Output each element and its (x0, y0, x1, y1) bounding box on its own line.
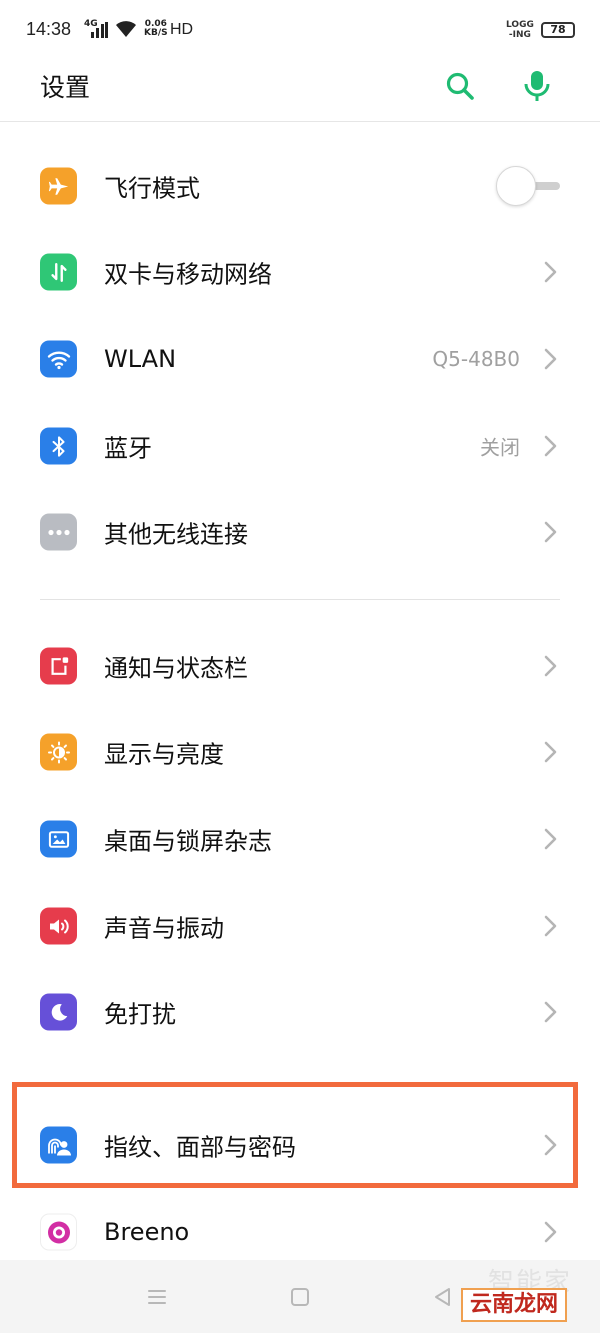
list-item-notifications[interactable]: 通知与状态栏 (0, 623, 600, 709)
chevron-right-icon (544, 828, 557, 850)
app-header: 设置 (0, 62, 600, 122)
watermark-logo: 云南龙网 (461, 1288, 567, 1322)
list-item-airplane-mode[interactable]: 飞行模式 (0, 143, 600, 229)
more-icon (40, 513, 77, 551)
signal-icon (91, 22, 108, 38)
net-speed: 0.06 KB/S (144, 20, 168, 38)
list-item-fingerprint-face-password[interactable]: 指纹、面部与密码 (0, 1102, 600, 1188)
chevron-right-icon (544, 741, 557, 763)
item-label: 显示与亮度 (104, 740, 224, 769)
item-label: 其他无线连接 (104, 520, 248, 549)
logging-line1: LOGG (506, 20, 534, 30)
chevron-right-icon (544, 1134, 557, 1156)
chevron-right-icon (544, 348, 557, 370)
chevron-right-icon (544, 915, 557, 937)
toggle-knob (496, 166, 536, 206)
list-item-other-wireless[interactable]: 其他无线连接 (0, 489, 600, 575)
airplane-icon (40, 167, 77, 205)
wallpaper-icon (40, 820, 77, 858)
moon-icon (40, 993, 77, 1031)
list-item-sound-vibration[interactable]: 声音与振动 (0, 883, 600, 969)
item-label: Breeno (104, 1218, 190, 1246)
item-label: 双卡与移动网络 (104, 260, 272, 289)
status-time: 14:38 (26, 19, 72, 39)
search-icon (446, 72, 474, 100)
item-label: 指纹、面部与密码 (104, 1133, 296, 1162)
item-label: 桌面与锁屏杂志 (104, 827, 272, 856)
item-label: WLAN (104, 345, 177, 373)
list-item-wlan[interactable]: WLAN Q5-48B0 (0, 316, 600, 402)
nav-menu-button[interactable] (142, 1282, 172, 1312)
fingerprint-face-icon (40, 1126, 77, 1164)
section-divider (40, 599, 560, 600)
item-label: 免打扰 (104, 1000, 176, 1029)
battery-indicator: 78 (541, 22, 575, 38)
logging-line2: -ING (508, 30, 531, 40)
page-title: 设置 (40, 73, 91, 102)
chevron-right-icon (544, 1001, 557, 1023)
item-label: 声音与振动 (104, 914, 224, 943)
list-item-do-not-disturb[interactable]: 免打扰 (0, 969, 600, 1055)
chevron-right-icon (544, 521, 557, 543)
item-label: 蓝牙 (104, 434, 152, 463)
home-square-icon (291, 1288, 309, 1306)
voice-search-button[interactable] (517, 66, 557, 106)
brightness-icon (40, 733, 77, 771)
chevron-right-icon (544, 1221, 557, 1243)
status-bar: 14:38 4G 0.06 KB/S HD LOGG -ING 78 (0, 0, 600, 62)
menu-icon (148, 1290, 166, 1304)
item-label: 飞行模式 (104, 174, 200, 203)
settings-screen: 14:38 4G 0.06 KB/S HD LOGG -ING 78 设置 飞行… (0, 0, 600, 1333)
chevron-right-icon (544, 261, 557, 283)
sim-data-icon (40, 253, 77, 291)
net-speed-unit: KB/S (144, 28, 168, 38)
notification-icon (40, 647, 77, 685)
mic-icon (524, 71, 550, 101)
nav-home-button[interactable] (285, 1282, 315, 1312)
list-item-wallpaper[interactable]: 桌面与锁屏杂志 (0, 796, 600, 882)
bluetooth-icon (40, 427, 77, 465)
breeno-icon (40, 1213, 77, 1251)
hd-label: HD (170, 21, 194, 38)
chevron-right-icon (544, 655, 557, 677)
back-triangle-icon (435, 1288, 450, 1306)
wlan-network-name: Q5-48B0 (432, 347, 520, 371)
speaker-icon (40, 907, 77, 945)
wifi-icon (40, 340, 77, 378)
chevron-right-icon (544, 435, 557, 457)
list-item-display-brightness[interactable]: 显示与亮度 (0, 709, 600, 795)
logging-indicator: LOGG -ING (506, 20, 534, 40)
search-button[interactable] (440, 66, 480, 106)
wifi-status-icon (116, 21, 136, 37)
airplane-mode-toggle[interactable] (496, 166, 560, 206)
list-item-bluetooth[interactable]: 蓝牙 关闭 (0, 403, 600, 489)
nav-back-button[interactable] (428, 1282, 458, 1312)
item-label: 通知与状态栏 (104, 654, 248, 683)
bluetooth-status: 关闭 (480, 435, 520, 460)
list-item-sim-network[interactable]: 双卡与移动网络 (0, 229, 600, 315)
